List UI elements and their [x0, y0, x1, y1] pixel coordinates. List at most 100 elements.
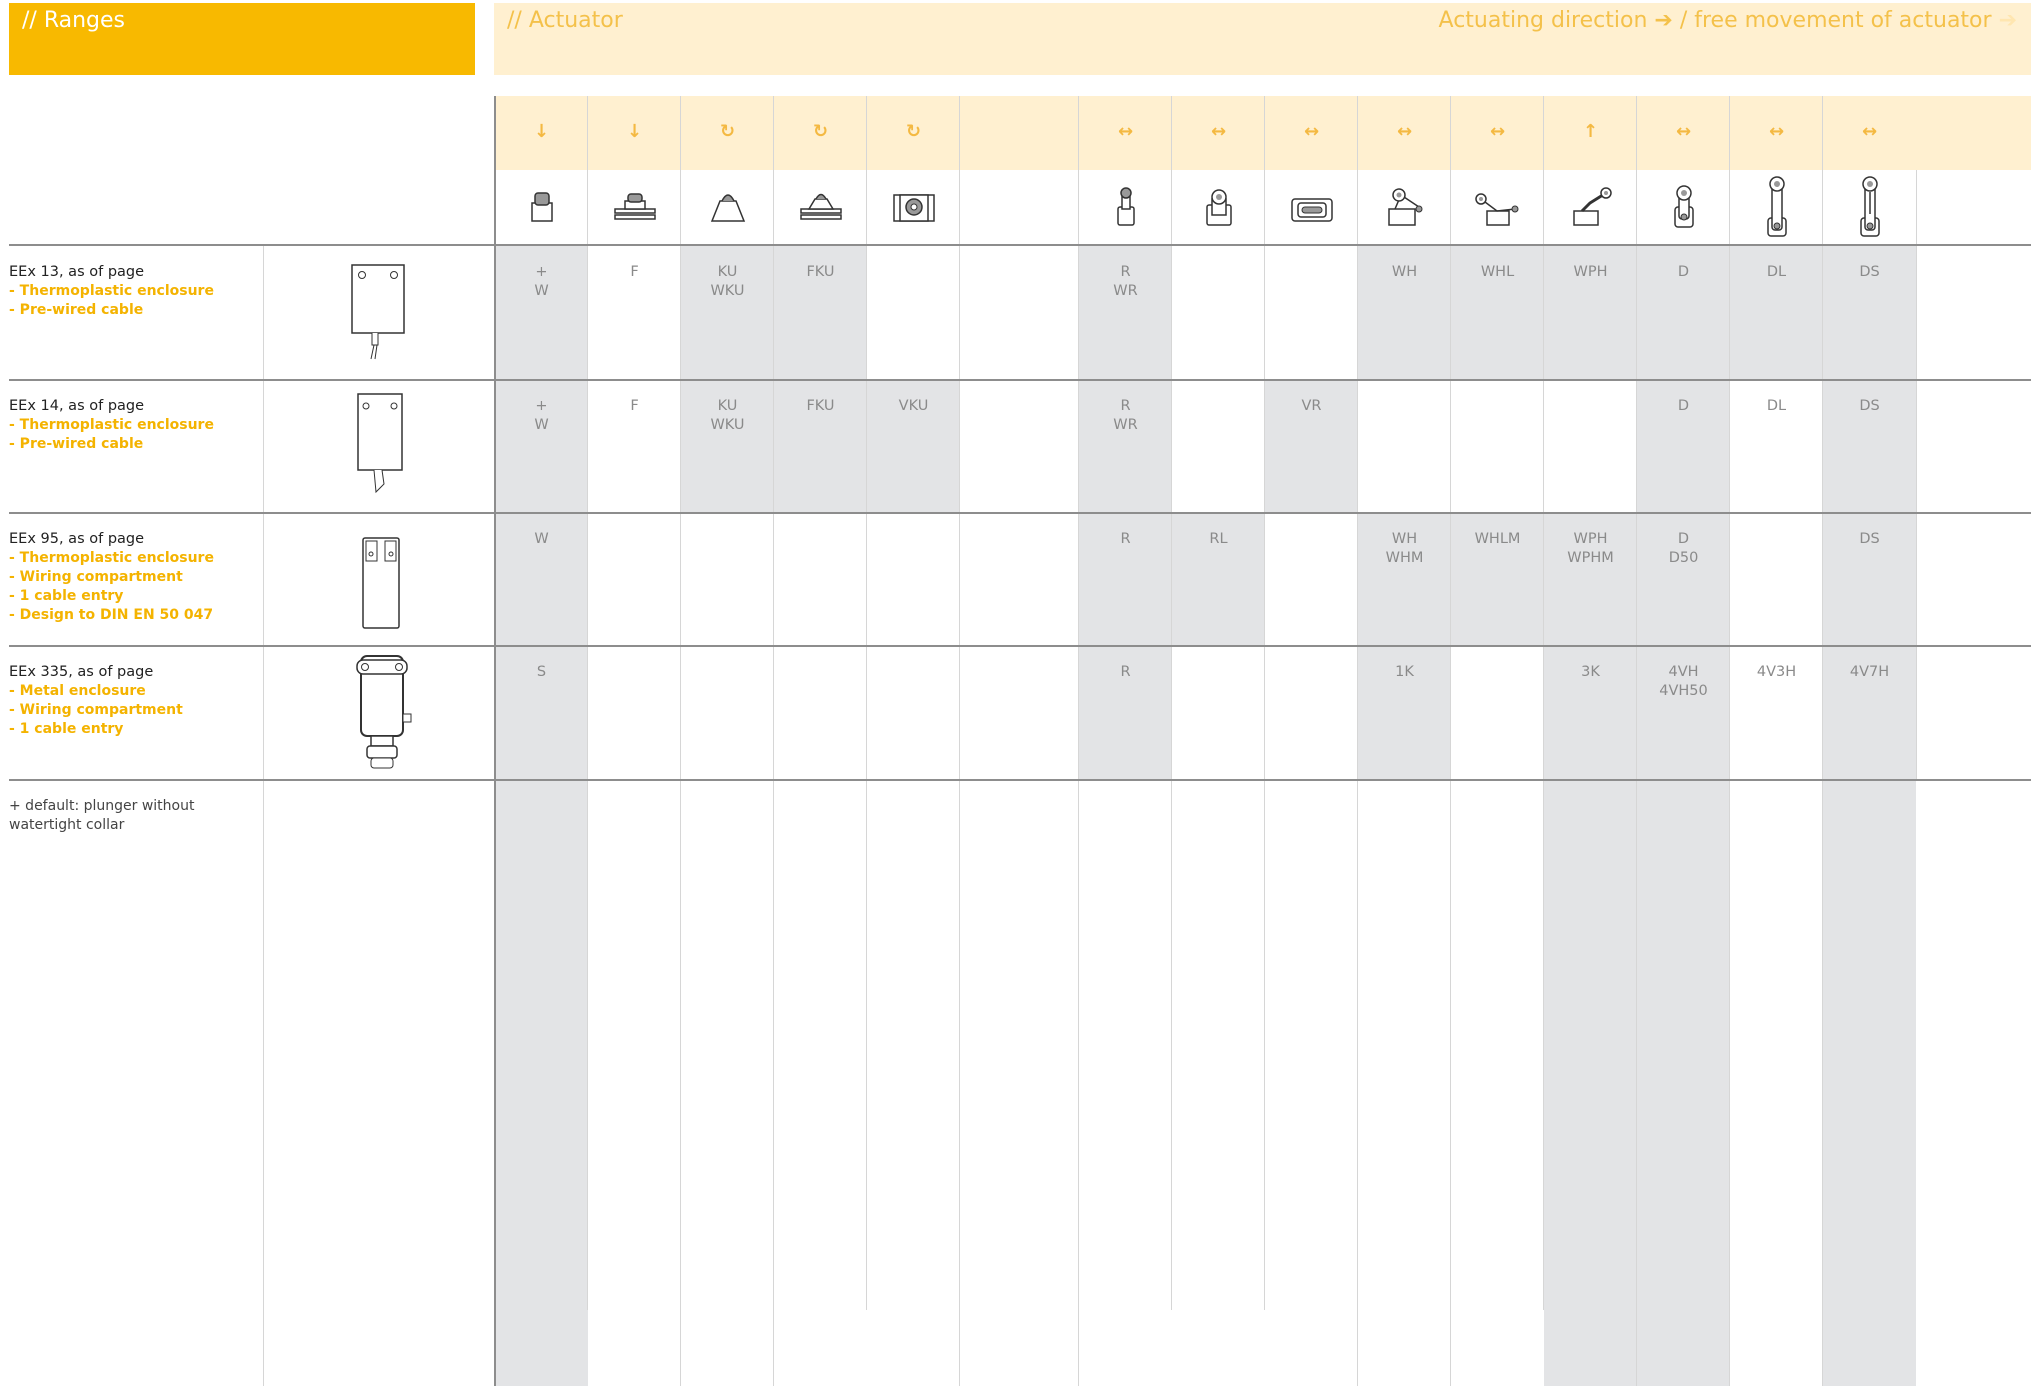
row-divider	[9, 645, 2031, 647]
actuator-code: FKU	[806, 264, 835, 280]
long-rotary-lever-icon	[1730, 172, 1823, 242]
direction-arrow-icon: ↔	[1861, 121, 1878, 142]
actuator-code: D D50	[1668, 531, 1699, 566]
direction-separator: / free movement of actuator	[1679, 8, 1992, 33]
column-separator	[1357, 96, 1358, 1386]
actuator-code: R WR	[1113, 398, 1138, 433]
actuator-code: + W	[534, 398, 549, 433]
roller-head-icon	[1079, 172, 1172, 242]
column-separator	[1729, 96, 1730, 1386]
actuator-code: FKU	[806, 398, 835, 414]
range-feature: - 1 cable entry	[9, 721, 124, 737]
direction-arrow-icon: ↔	[1768, 121, 1785, 142]
switch-device-icon	[354, 392, 406, 506]
flanged-plunger-icon	[588, 172, 681, 242]
column-separator	[1822, 96, 1823, 1386]
row-divider	[9, 244, 2031, 246]
range-feature: - Metal enclosure	[9, 683, 146, 699]
actuator-code: WH	[1391, 264, 1418, 280]
actuator-code: WH WHM	[1385, 531, 1424, 566]
actuator-code: DS	[1859, 398, 1880, 414]
actuator-code: 1K	[1395, 664, 1414, 680]
range-title: EEx 95, as of page	[9, 531, 145, 547]
actuator-code: 4V3H	[1756, 664, 1797, 680]
range-feature: - Thermoplastic enclosure	[9, 417, 214, 433]
actuator-code: KU WKU	[710, 264, 745, 299]
ball-plunger-icon	[681, 172, 774, 242]
actuator-code: DL	[1766, 398, 1787, 414]
direction-arrow-icon: ↓	[626, 121, 643, 142]
free-movement-arrow-icon: ➔	[1998, 8, 2017, 33]
range-feature: - Design to DIN EN 50 047	[9, 607, 214, 623]
actuator-code: 4VH 4VH50	[1659, 664, 1708, 699]
actuator-code: WPH WPHM	[1567, 531, 1614, 566]
switch-device-icon	[348, 263, 408, 367]
actuator-code: VR	[1301, 398, 1322, 414]
actuator-code: 4V7H	[1849, 664, 1890, 680]
actuator-code: W	[534, 531, 549, 547]
row-divider	[9, 779, 2031, 781]
adjustable-rotary-lever-icon	[1823, 172, 1916, 242]
direction-arrow-icon: ↔	[1396, 121, 1413, 142]
actuator-code: 3K	[1581, 664, 1600, 680]
column-separator	[1264, 96, 1265, 1310]
switch-device-icon	[353, 652, 417, 776]
rotary-lever-icon	[1637, 172, 1730, 242]
direction-arrow-icon: ↻	[905, 121, 922, 142]
row-divider	[9, 379, 2031, 381]
actuator-code: WHLM	[1474, 531, 1521, 547]
column-separator	[1636, 96, 1637, 1386]
actuator-code: D	[1677, 398, 1690, 414]
long-roller-lever-icon	[1451, 172, 1544, 242]
range-title: EEx 13, as of page	[9, 264, 145, 280]
range-feature: - 1 cable entry	[9, 588, 124, 604]
actuator-code: DL	[1766, 264, 1787, 280]
actuator-code: RL	[1209, 531, 1228, 547]
direction-arrow-icon: ↑	[1582, 121, 1599, 142]
actuator-code: R WR	[1113, 264, 1138, 299]
column-shade	[1823, 246, 1916, 1386]
actuator-code: WHL	[1480, 264, 1515, 280]
range-feature: - Wiring compartment	[9, 702, 183, 718]
direction-arrow-icon: ↔	[1489, 121, 1506, 142]
actuator-code: DS	[1859, 531, 1880, 547]
range-title: EEx 335, as of page	[9, 664, 154, 680]
range-feature: - Thermoplastic enclosure	[9, 283, 214, 299]
roller-lever-icon	[1358, 172, 1451, 242]
switch-device-icon	[357, 536, 405, 636]
column-separator	[1916, 170, 1917, 780]
column-separator	[1450, 96, 1451, 1386]
actuator-code: F	[630, 264, 639, 280]
actuator-code: D	[1677, 264, 1690, 280]
actuator-title: // Actuator	[507, 8, 623, 33]
direction-arrow-icon: ↔	[1303, 121, 1320, 142]
column-separator	[959, 96, 960, 1386]
range-feature: - Thermoplastic enclosure	[9, 550, 214, 566]
cross-roller-icon	[1265, 172, 1358, 242]
actuator-code: KU WKU	[710, 398, 745, 433]
direction-arrow-icon: ➔	[1654, 8, 1673, 33]
actuator-code: F	[630, 398, 639, 414]
direction-note: Actuating direction ➔ / free movement of…	[1439, 8, 2017, 33]
actuator-code: S	[536, 664, 547, 680]
actuator-code: R	[1120, 664, 1131, 680]
actuator-code: DS	[1859, 264, 1880, 280]
actuator-code: WPH	[1573, 264, 1608, 280]
range-feature: - Pre-wired cable	[9, 436, 144, 452]
range-feature: - Wiring compartment	[9, 569, 183, 585]
ranges-title: // Ranges	[22, 8, 126, 33]
angled-roller-lever-icon	[1544, 172, 1637, 242]
actuator-code: + W	[534, 264, 549, 299]
range-divider	[263, 245, 264, 1386]
plunger-icon	[495, 172, 588, 242]
footnote: + default: plunger without watertight co…	[9, 798, 195, 833]
roller-head-wide-icon	[1172, 172, 1265, 242]
direction-arrow-icon: ↻	[812, 121, 829, 142]
direction-arrow-icon: ↔	[1675, 121, 1692, 142]
roller-plunger-icon	[867, 172, 960, 242]
direction-label: Actuating direction	[1438, 8, 1648, 33]
row-divider	[9, 512, 2031, 514]
actuator-code: VKU	[898, 398, 929, 414]
column-shade	[1637, 246, 1730, 1386]
direction-arrow-icon: ↻	[719, 121, 736, 142]
